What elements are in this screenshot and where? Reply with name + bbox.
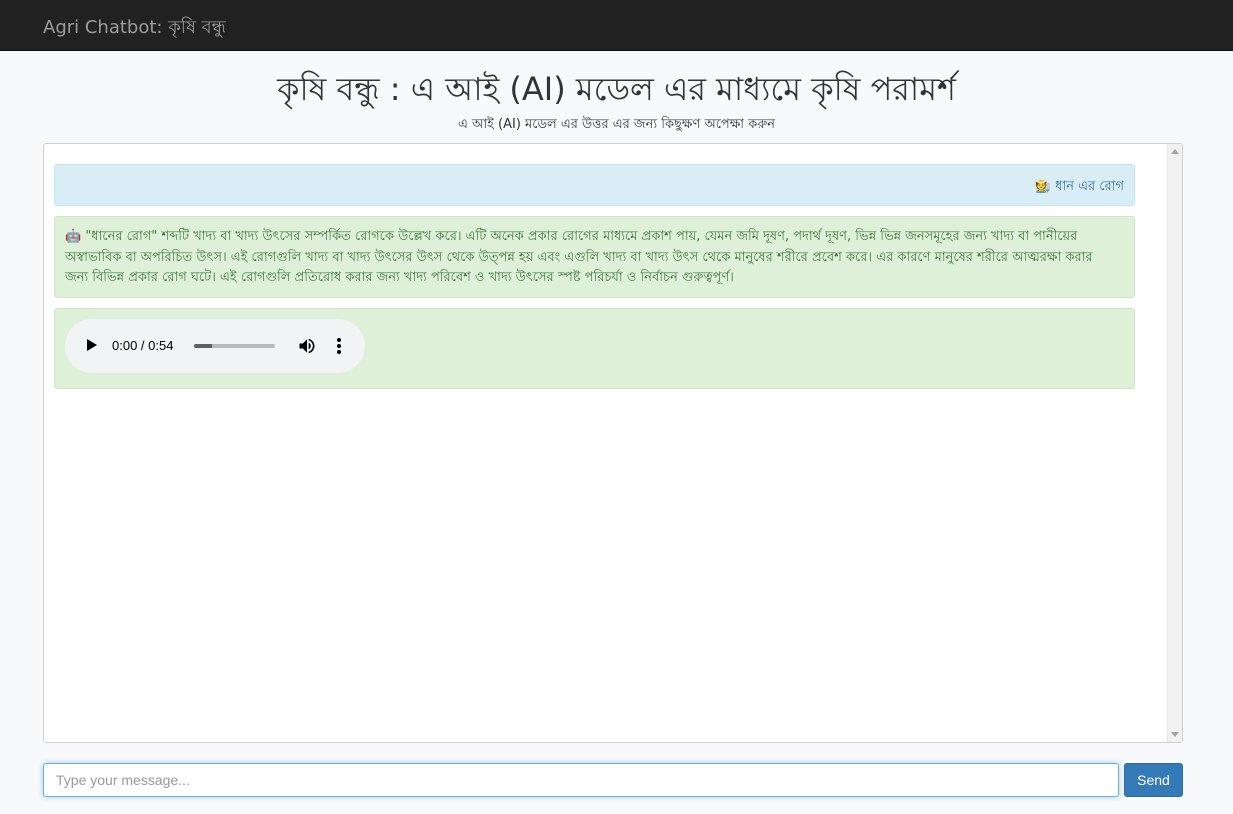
- audio-time: 0:00 / 0:54: [112, 338, 174, 353]
- audio-progress-fill: [194, 344, 212, 348]
- user-message-text: 🧑‍🌾 ধান এর রোগ: [1034, 179, 1124, 194]
- chat-scrollbar[interactable]: [1167, 144, 1182, 742]
- bot-message-text: 🤖 "ধানের রোগ" শব্দটি খাদ্য বা খাদ্য উৎসে…: [65, 229, 1093, 285]
- send-button[interactable]: Send: [1124, 763, 1183, 797]
- scroll-down-icon[interactable]: [1171, 732, 1179, 737]
- top-navbar: Agri Chatbot: কৃষি বন্ধু: [0, 0, 1233, 51]
- audio-progress-bar[interactable]: [194, 344, 275, 348]
- bot-message: 🤖 "ধানের রোগ" শব্দটি খাদ্য বা খাদ্য উৎসে…: [54, 216, 1135, 298]
- message-input[interactable]: [43, 763, 1119, 797]
- audio-player[interactable]: 0:00 / 0:54: [65, 319, 365, 373]
- user-message: 🧑‍🌾 ধান এর রোগ: [54, 164, 1135, 206]
- bot-audio-message: 0:00 / 0:54: [54, 308, 1135, 389]
- scroll-up-icon[interactable]: [1171, 149, 1179, 154]
- navbar-brand[interactable]: Agri Chatbot: কৃষি বন্ধু: [43, 13, 226, 44]
- play-icon[interactable]: [87, 339, 97, 351]
- more-options-icon[interactable]: [335, 336, 343, 356]
- chat-box[interactable]: 🧑‍🌾 ধান এর রোগ 🤖 "ধানের রোগ" শব্দটি খাদ্…: [43, 143, 1183, 743]
- volume-icon[interactable]: [297, 336, 317, 356]
- page-title: কৃষি বন্ধু : এ আই (AI) মডেল এর মাধ্যমে ক…: [277, 70, 956, 108]
- page-subtitle: এ আই (AI) মডেল এর উত্তর এর জন্য কিছুক্ষণ…: [457, 117, 776, 132]
